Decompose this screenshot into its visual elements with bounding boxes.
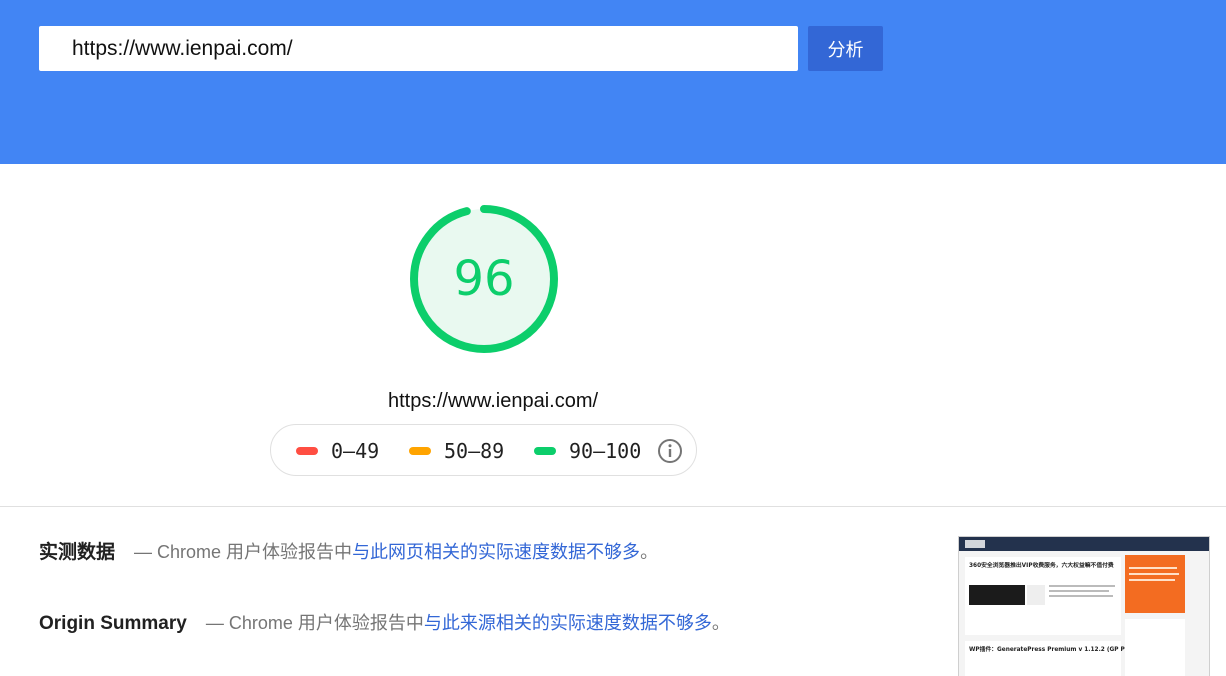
field-data-desc: — Chrome 用户体验报告中与此网页相关的实际速度数据不够多。 [134,542,658,562]
page-screenshot-thumbnail: 360安全浏览器推出VIP收费服务，六大权益嘛不值付费 WP插件：Generat… [958,536,1210,676]
origin-summary-desc: — Chrome 用户体验报告中与此来源相关的实际速度数据不够多。 [206,613,730,633]
legend-fail-bar [296,447,318,455]
field-data-row: 实测数据 — Chrome 用户体验报告中与此网页相关的实际速度数据不够多。 [39,537,658,567]
legend-pass-label: 90–100 [569,439,642,463]
score-legend: 0–49 50–89 90–100 [270,424,697,476]
legend-average-bar [409,447,431,455]
info-icon[interactable] [657,438,683,464]
origin-summary-title: Origin Summary [39,613,187,634]
legend-fail-label: 0–49 [331,439,380,463]
field-data-link[interactable]: 与此网页相关的实际速度数据不够多 [352,542,640,562]
section-divider [0,506,1226,507]
origin-summary-desc-suffix: 。 [711,613,730,633]
header-bar: 分析 [0,0,1226,164]
tested-url: https://www.ienpai.com/ [387,390,599,412]
origin-summary-link[interactable]: 与此来源相关的实际速度数据不够多 [424,613,712,633]
url-input[interactable] [39,26,798,71]
analyze-button[interactable]: 分析 [808,26,883,71]
field-data-desc-suffix: 。 [640,542,659,562]
origin-summary-desc-prefix: — Chrome 用户体验报告中 [205,613,424,633]
field-data-desc-prefix: — Chrome 用户体验报告中 [134,542,353,562]
performance-score: 96 [453,251,515,307]
legend-average-label: 50–89 [444,439,505,463]
field-data-title: 实测数据 [39,542,116,563]
legend-pass-bar [534,447,556,455]
thumb-post1-title: 360安全浏览器推出VIP收费服务，六大权益嘛不值付费 [969,561,1114,569]
score-gauge: 96 [408,203,560,355]
origin-summary-row: Origin Summary — Chrome 用户体验报告中与此来源相关的实际… [39,608,730,638]
